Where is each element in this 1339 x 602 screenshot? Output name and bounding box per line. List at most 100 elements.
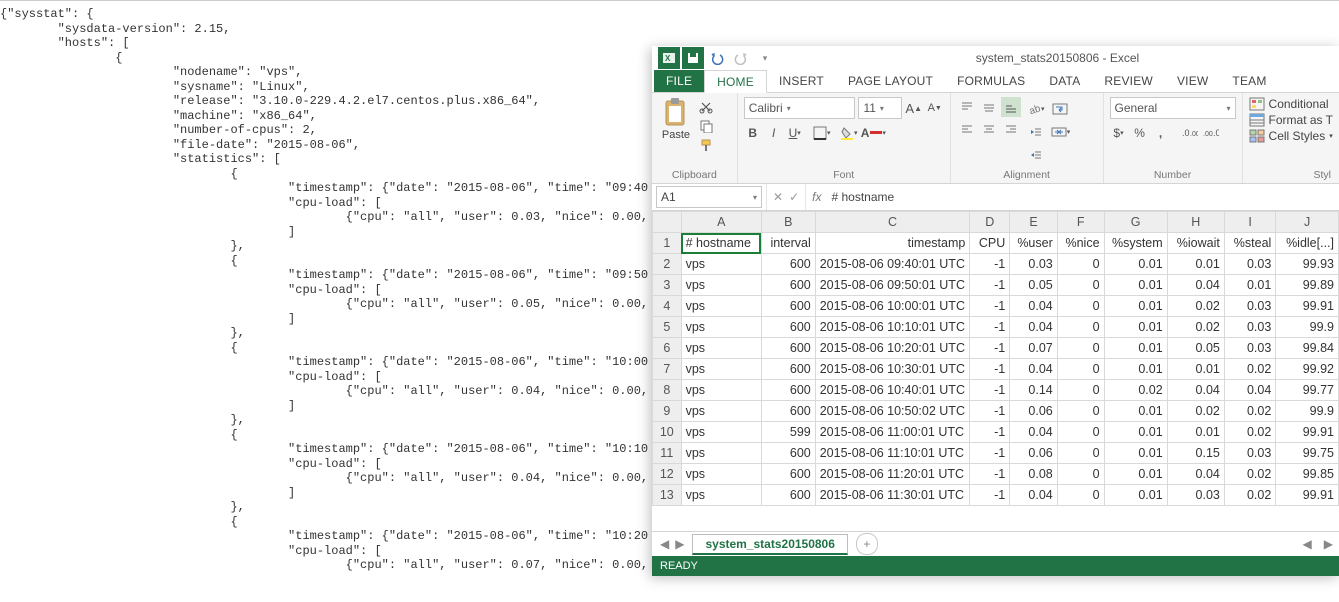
cut-icon[interactable] — [698, 99, 714, 115]
col-header[interactable]: F — [1057, 212, 1104, 233]
cell[interactable]: 0.06 — [1010, 401, 1058, 422]
undo-icon[interactable] — [706, 47, 728, 69]
col-header[interactable]: A — [681, 212, 761, 233]
format-painter-icon[interactable] — [698, 137, 714, 153]
row-header[interactable]: 11 — [653, 443, 682, 464]
cell[interactable]: 0 — [1057, 464, 1104, 485]
font-size-combo[interactable]: 11▾ — [858, 97, 901, 119]
cell[interactable]: 2015-08-06 11:30:01 UTC — [815, 485, 970, 506]
cell[interactable]: 0 — [1057, 338, 1104, 359]
cell[interactable]: 99.93 — [1276, 254, 1339, 275]
cell[interactable]: 0.01 — [1104, 443, 1167, 464]
cell[interactable]: vps — [681, 317, 761, 338]
comma-format-icon[interactable]: , — [1152, 123, 1170, 143]
cell[interactable]: 600 — [761, 380, 815, 401]
cell[interactable]: CPU — [970, 233, 1010, 254]
number-format-combo[interactable]: General▾ — [1110, 97, 1236, 119]
cell[interactable]: # hostname — [681, 233, 761, 254]
tab-page-layout[interactable]: PAGE LAYOUT — [836, 70, 945, 92]
orientation-icon[interactable]: ab▾ — [1027, 99, 1045, 119]
conditional-formatting-button[interactable]: Conditional — [1249, 97, 1333, 111]
copy-icon[interactable] — [698, 118, 714, 134]
align-left-icon[interactable] — [957, 119, 977, 139]
cell[interactable]: 2015-08-06 10:50:02 UTC — [815, 401, 970, 422]
cell[interactable]: 2015-08-06 11:20:01 UTC — [815, 464, 970, 485]
cell[interactable]: 600 — [761, 485, 815, 506]
cell[interactable]: 99.91 — [1276, 296, 1339, 317]
cell[interactable]: vps — [681, 296, 761, 317]
wrap-text-icon[interactable] — [1051, 99, 1071, 119]
cell[interactable]: 0.03 — [1224, 317, 1275, 338]
cell[interactable]: 0 — [1057, 380, 1104, 401]
cell[interactable]: 0.02 — [1224, 401, 1275, 422]
cancel-formula-icon[interactable]: ✕ — [773, 190, 783, 204]
new-sheet-button[interactable]: + — [856, 533, 878, 555]
cell[interactable]: 0.01 — [1104, 275, 1167, 296]
accounting-format-icon[interactable]: $▾ — [1110, 123, 1128, 143]
cell[interactable]: 0.01 — [1167, 254, 1224, 275]
cell[interactable]: vps — [681, 485, 761, 506]
cell[interactable]: 0.05 — [1010, 275, 1058, 296]
merge-center-icon[interactable]: ▾ — [1051, 122, 1071, 142]
cell[interactable]: 0.01 — [1104, 254, 1167, 275]
align-center-icon[interactable] — [979, 119, 999, 139]
increase-font-icon[interactable]: A▲ — [905, 98, 923, 118]
increase-decimal-icon[interactable]: .0.00 — [1181, 123, 1199, 143]
align-right-icon[interactable] — [1001, 119, 1021, 139]
cell[interactable]: 0.01 — [1104, 296, 1167, 317]
tab-view[interactable]: VIEW — [1165, 70, 1220, 92]
cell[interactable]: 2015-08-06 10:00:01 UTC — [815, 296, 970, 317]
tab-scroll-left-icon[interactable]: ◀ — [660, 537, 669, 551]
cell[interactable]: 600 — [761, 338, 815, 359]
cell[interactable]: %nice — [1057, 233, 1104, 254]
qat-customize-icon[interactable]: ▾ — [754, 47, 776, 69]
cell[interactable]: 2015-08-06 09:50:01 UTC — [815, 275, 970, 296]
decrease-decimal-icon[interactable]: .00.0 — [1202, 123, 1220, 143]
cell[interactable]: 0.04 — [1010, 359, 1058, 380]
border-button[interactable]: ▾ — [813, 123, 831, 143]
cell[interactable]: 0.14 — [1010, 380, 1058, 401]
name-box[interactable]: A1▾ — [656, 186, 762, 208]
fx-label[interactable]: fx — [806, 190, 827, 204]
cell[interactable]: 0.03 — [1224, 254, 1275, 275]
cell[interactable]: 0.01 — [1104, 485, 1167, 506]
cell[interactable]: 0.02 — [1167, 401, 1224, 422]
tab-formulas[interactable]: FORMULAS — [945, 70, 1037, 92]
cell-styles-button[interactable]: Cell Styles▾ — [1249, 129, 1333, 143]
cell[interactable]: 0.02 — [1167, 296, 1224, 317]
cell[interactable]: 99.91 — [1276, 422, 1339, 443]
enter-formula-icon[interactable]: ✓ — [789, 190, 799, 204]
cell[interactable]: vps — [681, 443, 761, 464]
cell[interactable]: 0 — [1057, 485, 1104, 506]
cell[interactable]: 600 — [761, 443, 815, 464]
cell[interactable]: 0.01 — [1224, 275, 1275, 296]
cell[interactable]: 600 — [761, 275, 815, 296]
font-color-button[interactable]: A▾ — [861, 123, 886, 143]
cell[interactable]: 0.08 — [1010, 464, 1058, 485]
cell[interactable]: 0.01 — [1104, 317, 1167, 338]
cell[interactable]: 99.9 — [1276, 317, 1339, 338]
cell[interactable]: 0.07 — [1010, 338, 1058, 359]
row-header[interactable]: 3 — [653, 275, 682, 296]
col-header[interactable]: C — [815, 212, 970, 233]
cell[interactable]: -1 — [970, 338, 1010, 359]
decrease-font-icon[interactable]: A▼ — [926, 98, 944, 118]
bold-button[interactable]: B — [744, 123, 762, 143]
tab-home[interactable]: HOME — [704, 70, 767, 93]
cell[interactable]: 0.02 — [1167, 317, 1224, 338]
col-header[interactable]: G — [1104, 212, 1167, 233]
col-header[interactable]: B — [761, 212, 815, 233]
cell[interactable]: 99.75 — [1276, 443, 1339, 464]
cell[interactable]: 2015-08-06 10:40:01 UTC — [815, 380, 970, 401]
cell[interactable]: 2015-08-06 10:10:01 UTC — [815, 317, 970, 338]
cell[interactable]: vps — [681, 464, 761, 485]
tab-scroll-right-icon[interactable]: ▶ — [675, 537, 684, 551]
cell[interactable]: %system — [1104, 233, 1167, 254]
cell[interactable]: 0.04 — [1010, 296, 1058, 317]
cell[interactable]: vps — [681, 380, 761, 401]
cell[interactable]: 0.02 — [1224, 464, 1275, 485]
cell[interactable]: 0 — [1057, 275, 1104, 296]
cell[interactable]: %idle[...] — [1276, 233, 1339, 254]
redo-icon[interactable] — [730, 47, 752, 69]
cell[interactable]: 0.01 — [1167, 359, 1224, 380]
